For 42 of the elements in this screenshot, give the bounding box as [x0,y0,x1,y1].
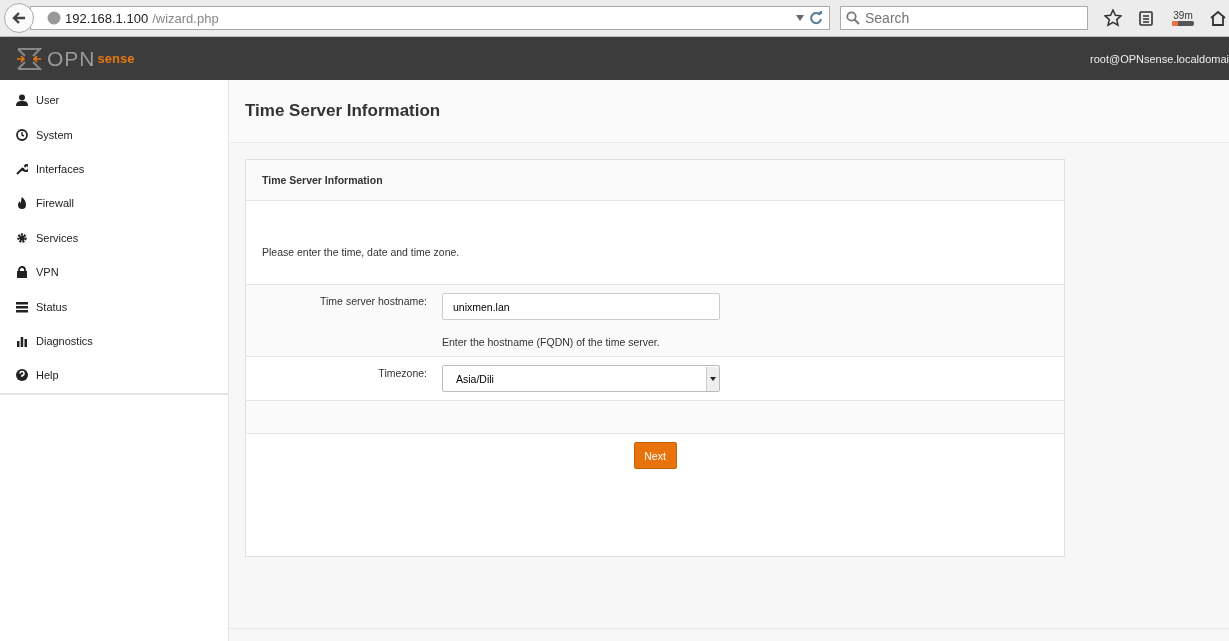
sidebar-item[interactable]: Help [0,358,228,393]
user-menu[interactable]: root@OPNsense.localdomai [1090,52,1229,65]
sidebar-item[interactable]: System [0,117,228,152]
address-bar[interactable]: 192.168.1.100 /wizard.php [30,6,830,30]
timezone-select[interactable]: Asia/Dili [442,365,720,392]
back-button[interactable] [4,3,34,33]
sidebar-item[interactable]: User [0,83,228,118]
logo-text: sense [97,51,135,66]
star-icon[interactable] [1104,9,1122,27]
field-label: Timezone: [377,366,427,381]
clipboard-icon[interactable] [1138,10,1154,26]
globe-icon [47,11,61,25]
server-icon [16,300,28,313]
search-icon [846,11,860,25]
logo-icon [16,46,42,71]
home-icon[interactable] [1210,10,1226,26]
download-label: 39m [1173,10,1193,21]
input-field[interactable]: unixmen.lan [442,293,720,320]
clock-icon [16,128,28,141]
page-title: Time Server Information [245,101,441,121]
field-hint: Enter the hostname (FQDN) of the time server. [442,336,661,348]
sidebar-item[interactable]: Interfaces [0,151,228,187]
field-label: Time server hostname: [319,294,427,309]
bar-chart-icon [16,334,28,347]
sidebar-item[interactable]: Firewall [0,186,228,221]
panel-title: Time Server Information [262,174,383,186]
caret-icon [706,366,719,391]
logo-text: OPN [47,46,96,71]
sidebar-item[interactable]: Services [0,220,228,255]
download-progress[interactable] [1172,21,1194,26]
dropdown-icon[interactable] [795,14,805,22]
gear-icon [16,231,28,244]
sidebar-item[interactable]: Diagnostics [0,323,228,359]
help-icon [16,369,28,382]
lock-icon [16,266,28,279]
user-icon [16,94,28,107]
sidebar-item[interactable]: VPN [0,254,228,290]
reload-icon[interactable] [809,11,823,25]
search-field[interactable]: Search [840,6,1088,30]
sidebar-item[interactable]: Status [0,289,228,324]
description-text: Please enter the time, date and time zone. [262,246,460,258]
flame-icon [16,197,28,210]
